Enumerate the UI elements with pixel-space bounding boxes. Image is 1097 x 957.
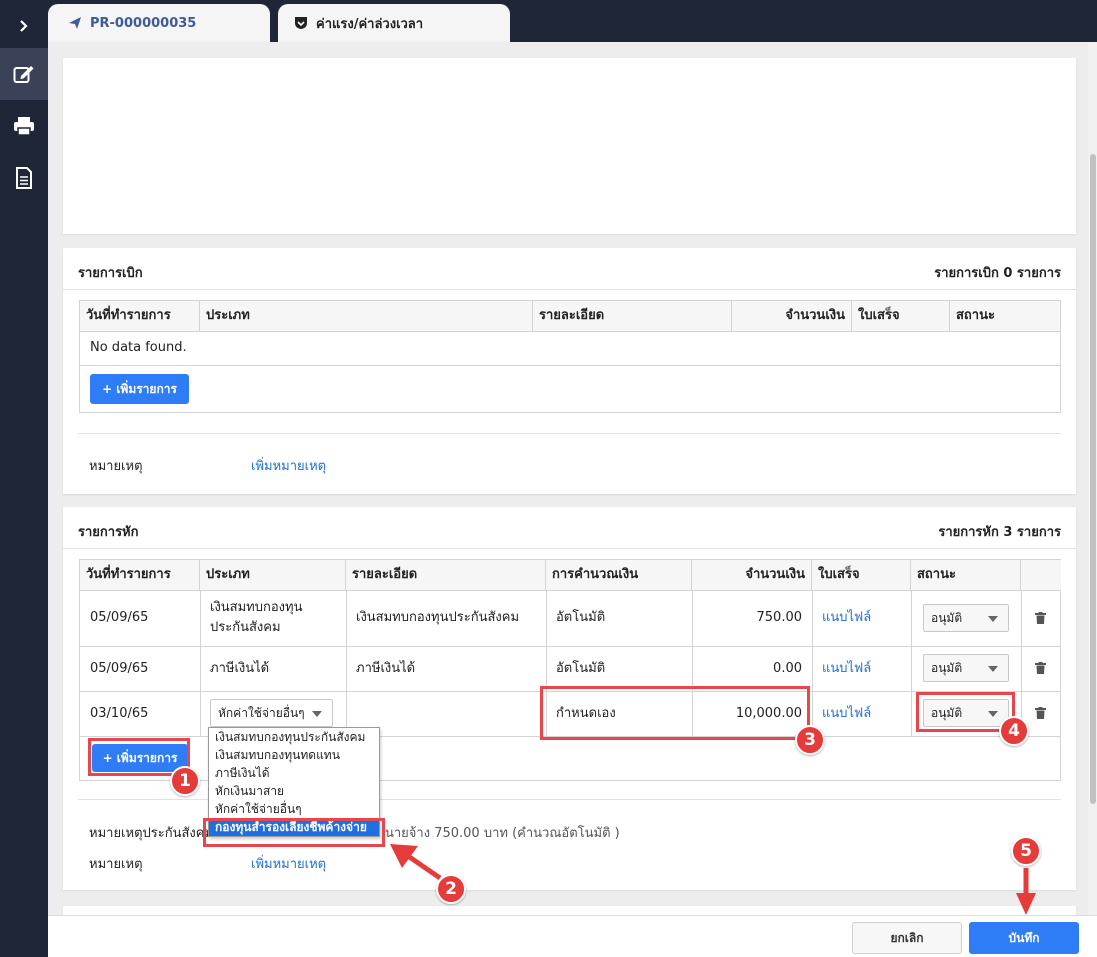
row1-type: เงินสมทบกองทุนประกันสังคม [210, 600, 303, 635]
document-button[interactable] [0, 152, 48, 204]
step-badge-1: 1 [170, 766, 200, 796]
col-header: สถานะ [950, 301, 1060, 331]
withdraw-summary: รายการเบิก 0 รายการ [934, 266, 1061, 281]
col-header: ประเภท [200, 560, 346, 590]
withdraw-table: วันที่ทำรายการ ประเภท รายละเอียด จำนวนเง… [79, 300, 1061, 413]
row2-type: ภาษีเงินได้ [210, 660, 270, 676]
col-header: การคำนวณเงิน [546, 560, 692, 590]
tab-label: PR-000000035 [90, 15, 197, 31]
shield-check-icon [295, 17, 307, 29]
status-value: อนุมัติ [931, 610, 963, 625]
expand-sidebar-button[interactable] [0, 0, 48, 52]
dropdown-option[interactable]: เงินสมทบกองทุนประกันสังคม [209, 728, 379, 746]
next-panel [63, 906, 1076, 915]
col-header: ใบเสร็จ [852, 301, 950, 331]
withdraw-panel: รายการเบิก รายการเบิก 0 รายการ วันที่ทำร… [63, 248, 1076, 494]
tab-wage[interactable]: ค่าแรง/ค่าล่วงเวลา [278, 4, 510, 42]
edit-button[interactable] [0, 48, 48, 100]
footer-bar: ยกเลิก บันทึก [48, 915, 1097, 957]
dropdown-option[interactable]: หักค่าใช้จ่ายอื่นๆ [209, 800, 379, 818]
chevron-down-icon [988, 616, 998, 622]
sso-note-label: หมายเหตุประกันสังคม [89, 826, 214, 841]
highlight-box-option [203, 818, 385, 847]
row2-amount: 0.00 [773, 660, 802, 676]
main-content: รายการเบิก รายการเบิก 0 รายการ วันที่ทำร… [48, 42, 1088, 915]
col-header: รายละเอียด [533, 301, 732, 331]
edit-icon [13, 66, 34, 83]
type-value: หักค่าใช้จ่ายอื่นๆ [218, 705, 305, 720]
col-header: ประเภท [200, 301, 533, 331]
tab-bar: PR-000000035 ค่าแรง/ค่าล่วงเวลา [48, 0, 1097, 42]
add-note-link[interactable]: เพิ่มหมายเหตุ [251, 853, 326, 874]
sidebar [0, 0, 48, 957]
print-button[interactable] [0, 100, 48, 152]
row1-detail: เงินสมทบกองทุนประกันสังคม [356, 610, 520, 625]
add-note-link[interactable]: เพิ่มหมายเหตุ [251, 455, 326, 476]
row2-attach-link[interactable]: แนบไฟล์ [812, 646, 871, 691]
row1-amount: 750.00 [756, 610, 803, 625]
status-value: อนุมัติ [931, 660, 963, 675]
dropdown-option[interactable]: เงินสมทบกองทุนทดแทน [209, 746, 379, 764]
step-badge-4: 4 [999, 716, 1029, 746]
withdraw-title: รายการเบิก [78, 266, 143, 281]
paper-plane-icon [69, 17, 81, 29]
row3-date: 03/10/65 [90, 705, 149, 721]
row2-calc: อัตโนมัติ [556, 660, 606, 676]
note-label: หมายเหตุ [89, 857, 143, 872]
save-button[interactable]: บันทึก [969, 922, 1079, 954]
trash-icon[interactable] [1035, 662, 1046, 674]
empty-message: No data found. [90, 340, 187, 355]
row1-attach-link[interactable]: แนบไฟล์ [812, 590, 871, 646]
step-badge-2: 2 [436, 874, 466, 904]
document-icon [16, 167, 32, 189]
print-icon [14, 117, 34, 136]
row1-calc: อัตโนมัติ [556, 610, 606, 625]
trash-icon[interactable] [1035, 612, 1046, 624]
tab-label: ค่าแรง/ค่าล่วงเวลา [316, 16, 424, 32]
row2-status-select[interactable]: อนุมัติ [923, 654, 1009, 682]
col-header-actions [1021, 560, 1061, 590]
highlight-box-amount [540, 686, 810, 740]
note-label: หมายเหตุ [89, 459, 143, 474]
row2-detail: ภาษีเงินได้ [356, 660, 416, 676]
col-header: วันที่ทำรายการ [80, 301, 200, 331]
row1-date: 05/09/65 [90, 610, 149, 625]
step-badge-5: 5 [1011, 836, 1041, 866]
deduct-summary: รายการหัก 3 รายการ [938, 525, 1061, 540]
col-header: สถานะ [911, 560, 1021, 590]
col-header: วันที่ทำรายการ [80, 560, 200, 590]
row2-date: 05/09/65 [90, 660, 149, 676]
col-header: รายละเอียด [346, 560, 546, 590]
chevron-down-icon [988, 666, 998, 672]
dropdown-option[interactable]: ภาษีเงินได้ [209, 764, 379, 782]
blank-panel [63, 58, 1076, 234]
tab-pr[interactable]: PR-000000035 [48, 4, 270, 42]
add-withdraw-button[interactable]: + เพิ่มรายการ [90, 374, 189, 404]
col-header: จำนวนเงิน [732, 301, 852, 331]
scrollbar-thumb[interactable] [1090, 154, 1096, 804]
chevron-down-icon [312, 711, 322, 717]
scrollbar[interactable] [1088, 42, 1097, 915]
step-badge-3: 3 [795, 725, 825, 755]
sso-note-text: นายจ้าง 750.00 บาท (คำนวณอัตโนมัติ ) [385, 826, 620, 841]
trash-icon[interactable] [1035, 707, 1046, 719]
chevron-right-icon [20, 20, 28, 32]
row3-type-select[interactable]: หักค่าใช้จ่ายอื่นๆ [210, 699, 333, 727]
col-header: ใบเสร็จ [812, 560, 911, 590]
row1-status-select[interactable]: อนุมัติ [923, 604, 1009, 632]
cancel-button[interactable]: ยกเลิก [852, 922, 962, 954]
col-header: จำนวนเงิน [692, 560, 812, 590]
dropdown-option[interactable]: หักเงินมาสาย [209, 782, 379, 800]
deduct-title: รายการหัก [78, 525, 139, 540]
